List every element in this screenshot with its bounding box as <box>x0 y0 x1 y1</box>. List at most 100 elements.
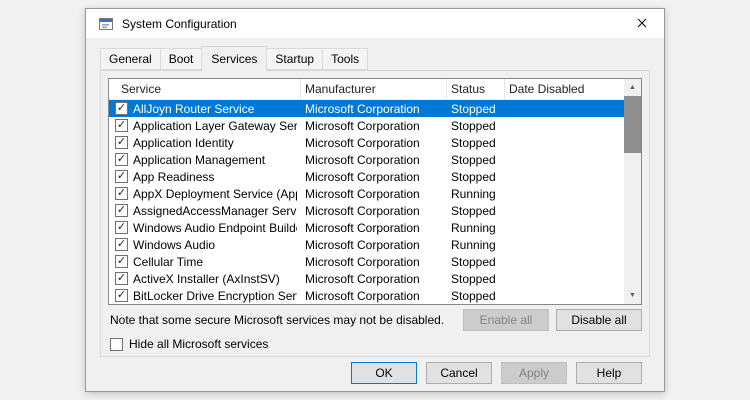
disable-all-button[interactable]: Disable all <box>556 309 642 331</box>
checkbox-checked-icon[interactable]: ✓ <box>115 119 128 132</box>
checkbox-checked-icon[interactable]: ✓ <box>115 153 128 166</box>
status-cell: Stopped <box>447 100 505 117</box>
tab-boot[interactable]: Boot <box>160 48 203 70</box>
status-cell: Stopped <box>447 287 505 304</box>
tab-tools[interactable]: Tools <box>322 48 368 70</box>
vertical-scrollbar[interactable]: ▲ ▼ <box>624 79 641 304</box>
table-row[interactable]: ✓ Application Management Microsoft Corpora… <box>109 151 624 168</box>
table-row[interactable]: ✓ Application Identity Microsoft Corporati… <box>109 134 624 151</box>
service-cell: ✓ AllJoyn Router Service <box>109 100 301 117</box>
manufacturer-cell: Microsoft Corporation <box>301 219 447 236</box>
cancel-button[interactable]: Cancel <box>426 362 492 384</box>
service-name: AllJoyn Router Service <box>133 102 254 116</box>
date-disabled-cell <box>505 270 624 287</box>
checkbox-checked-icon[interactable]: ✓ <box>115 289 128 302</box>
table-row[interactable]: ✓AssignedAccessManager ServiceMicrosoft … <box>109 202 624 219</box>
status-cell: Stopped <box>447 117 505 134</box>
manufacturer-cell: Microsoft Corporation <box>301 134 447 151</box>
tab-general[interactable]: General <box>100 48 161 70</box>
manufacturer-cell: Microsoft Corporation <box>301 253 447 270</box>
checkbox-unchecked-icon[interactable] <box>110 338 123 351</box>
service-cell: ✓ActiveX Installer (AxInstSV) <box>109 270 301 287</box>
table-row[interactable]: ✓Cellular TimeMicrosoft CorporationStopp… <box>109 253 624 270</box>
table-row[interactable]: ✓App ReadinessMicrosoft CorporationStopp… <box>109 168 624 185</box>
manufacturer-cell: Microsoft Corporation <box>301 287 447 304</box>
column-header-status[interactable]: Status <box>447 79 505 99</box>
manufacturer-cell: Microsoft Corporation <box>301 185 447 202</box>
manufacturer-cell: Microsoft Corporation <box>301 168 447 185</box>
table-row[interactable]: ✓Windows AudioMicrosoft CorporationRunni… <box>109 236 624 253</box>
table-row[interactable]: ✓ AllJoyn Router Service Microsoft Corpora… <box>109 100 624 117</box>
service-name: AppX Deployment Service (AppX... <box>133 187 297 201</box>
service-cell: ✓ Windows Audio Endpoint Builder <box>109 219 301 236</box>
checkbox-checked-icon[interactable]: ✓ <box>115 136 128 149</box>
tab-services[interactable]: Services <box>201 46 267 71</box>
checkbox-checked-icon[interactable]: ✓ <box>115 170 128 183</box>
hide-all-microsoft-services-row[interactable]: Hide all Microsoft services <box>108 337 642 351</box>
checkbox-checked-icon[interactable]: ✓ <box>115 204 128 217</box>
manufacturer-cell: Microsoft Corporation <box>301 117 447 134</box>
status-cell: Stopped <box>447 151 505 168</box>
checkbox-checked-icon[interactable]: ✓ <box>115 238 128 251</box>
scroll-up-icon[interactable]: ▲ <box>624 79 641 96</box>
titlebar[interactable]: System Configuration <box>86 9 664 38</box>
table-row[interactable]: ✓ Application Layer Gateway Service Micros… <box>109 117 624 134</box>
status-cell: Stopped <box>447 202 505 219</box>
help-button[interactable]: Help <box>576 362 642 384</box>
system-configuration-dialog: System Configuration General Boot Servic… <box>85 8 665 392</box>
close-icon <box>637 16 647 31</box>
list-header: Service Manufacturer Status Date Disable… <box>109 79 624 100</box>
column-header-manufacturer[interactable]: Manufacturer <box>301 79 447 99</box>
scrollbar-thumb[interactable] <box>624 96 641 153</box>
checkbox-checked-icon[interactable]: ✓ <box>115 102 128 115</box>
manufacturer-cell: Microsoft Corporation <box>301 151 447 168</box>
date-disabled-cell <box>505 117 624 134</box>
scroll-down-icon[interactable]: ▼ <box>624 287 641 304</box>
service-cell: ✓Windows Audio <box>109 236 301 253</box>
date-disabled-cell <box>505 185 624 202</box>
manufacturer-cell: Microsoft Corporation <box>301 236 447 253</box>
service-name: Windows Audio Endpoint Builder <box>133 221 297 235</box>
service-name: Application Layer Gateway Service <box>133 119 297 133</box>
enable-all-button[interactable]: Enable all <box>463 309 549 331</box>
column-header-date-disabled[interactable]: Date Disabled <box>505 79 624 99</box>
date-disabled-cell <box>505 253 624 270</box>
table-row[interactable]: ✓ BitLocker Drive Encryption Service Micro… <box>109 287 624 304</box>
scrollbar-track[interactable] <box>624 96 641 287</box>
service-name: Application Management <box>133 153 265 167</box>
service-cell: ✓ Application Layer Gateway Service <box>109 117 301 134</box>
services-list: Service Manufacturer Status Date Disable… <box>108 78 642 305</box>
dialog-footer: OK Cancel Apply Help <box>100 362 642 384</box>
table-row[interactable]: ✓ActiveX Installer (AxInstSV)Microsoft C… <box>109 270 624 287</box>
status-cell: Running <box>447 236 505 253</box>
ok-button[interactable]: OK <box>351 362 417 384</box>
checkbox-checked-icon[interactable]: ✓ <box>115 187 128 200</box>
table-row[interactable]: ✓ AppX Deployment Service (AppX... Microso… <box>109 185 624 202</box>
service-name: BitLocker Drive Encryption Service <box>133 289 297 303</box>
table-row[interactable]: ✓ Windows Audio Endpoint Builder Microsoft… <box>109 219 624 236</box>
manufacturer-cell: Microsoft Corporation <box>301 100 447 117</box>
tab-startup[interactable]: Startup <box>266 48 323 70</box>
services-tab-page: Service Manufacturer Status Date Disable… <box>100 70 650 357</box>
close-button[interactable] <box>619 9 664 38</box>
date-disabled-cell <box>505 287 624 304</box>
list-action-buttons: Enable all Disable all <box>463 309 642 331</box>
status-cell: Running <box>447 219 505 236</box>
service-name: App Readiness <box>133 170 214 184</box>
status-cell: Stopped <box>447 134 505 151</box>
service-name: Cellular Time <box>133 255 203 269</box>
date-disabled-cell <box>505 202 624 219</box>
checkbox-checked-icon[interactable]: ✓ <box>115 255 128 268</box>
service-cell: ✓ App Readiness <box>109 168 301 185</box>
tab-bar: General Boot Services Startup Tools <box>100 46 650 70</box>
service-name: AssignedAccessManager Service <box>133 204 297 218</box>
window-title: System Configuration <box>122 17 237 31</box>
column-header-service[interactable]: Service <box>109 79 301 99</box>
date-disabled-cell <box>505 168 624 185</box>
apply-button[interactable]: Apply <box>501 362 567 384</box>
date-disabled-cell <box>505 134 624 151</box>
date-disabled-cell <box>505 100 624 117</box>
service-name: Application Identity <box>133 136 234 150</box>
checkbox-checked-icon[interactable]: ✓ <box>115 221 128 234</box>
checkbox-checked-icon[interactable]: ✓ <box>115 272 128 285</box>
